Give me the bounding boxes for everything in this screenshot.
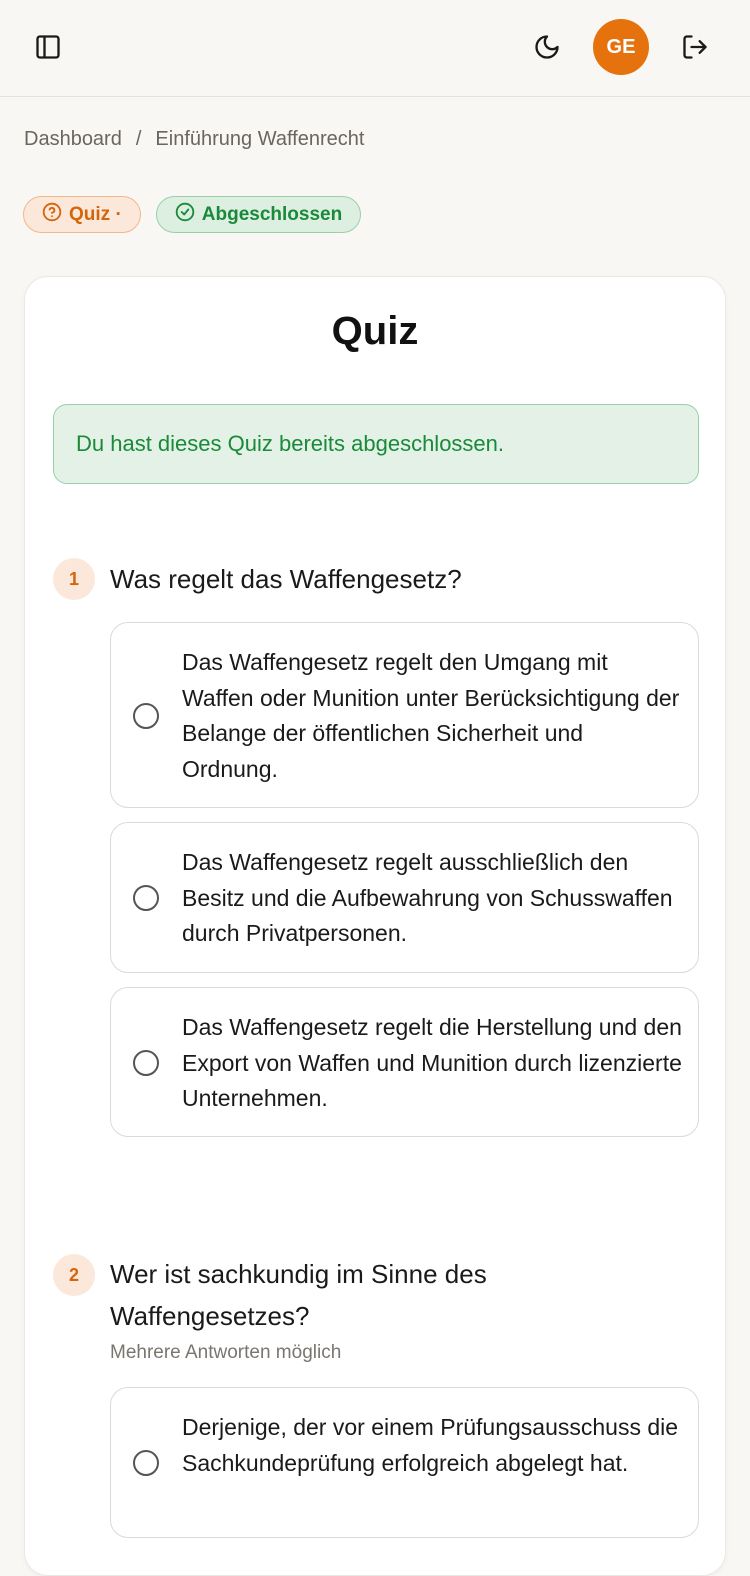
status-badge: Abgeschlossen [155,196,362,233]
breadcrumb-dashboard-link[interactable]: Dashboard [24,128,122,151]
answer-text: Das Waffengesetz regelt den Umgang mit W… [182,649,680,782]
breadcrumb-separator: / [135,128,142,150]
answer-option[interactable]: Derjenige, der vor einem Prüfungsausschu… [110,1387,699,1538]
avatar[interactable]: GE [593,19,649,75]
answer-text: Das Waffengesetz regelt die Herstellung … [182,1014,682,1111]
sidebar-toggle-icon[interactable] [24,23,72,71]
radio-button[interactable] [133,1450,159,1476]
answer-text: Das Waffengesetz regelt ausschließlich d… [182,849,673,946]
quiz-card: Quiz Du hast dieses Quiz bereits abgesch… [24,276,726,1576]
badge-row: Quiz · Abgeschlossen [23,196,362,233]
answer-text: Derjenige, der vor einem Prüfungsausschu… [182,1414,679,1476]
question-number: 2 [53,1254,95,1296]
quiz-badge-label: Quiz · [69,203,122,225]
breadcrumb: Dashboard / Einführung Waffenrecht [24,128,364,151]
answer-option[interactable]: Das Waffengesetz regelt ausschließlich d… [110,822,699,973]
top-bar: GE [0,0,750,97]
completed-notice: Du hast dieses Quiz bereits abgeschlosse… [53,404,699,484]
breadcrumb-current: Einführung Waffenrecht [155,128,365,150]
check-circle-icon [175,202,195,228]
answer-option[interactable]: Das Waffengesetz regelt den Umgang mit W… [110,622,699,808]
question-text: Wer ist sachkundig im Sinne des Waffenge… [110,1259,487,1331]
answer-option[interactable]: Das Waffengesetz regelt die Herstellung … [110,987,699,1137]
moon-icon[interactable] [523,23,571,71]
quiz-badge: Quiz · [23,196,141,233]
radio-button[interactable] [133,885,159,911]
question-text: Was regelt das Waffengesetz? [110,564,462,594]
status-badge-label: Abgeschlossen [201,203,343,225]
question-circle-icon [42,202,62,228]
logout-icon[interactable] [671,23,719,71]
question-number: 1 [53,558,95,600]
radio-button[interactable] [133,703,159,729]
radio-button[interactable] [133,1050,159,1076]
multiple-answers-hint: Mehrere Antworten möglich [110,1342,342,1363]
quiz-title: Quiz [331,309,419,353]
